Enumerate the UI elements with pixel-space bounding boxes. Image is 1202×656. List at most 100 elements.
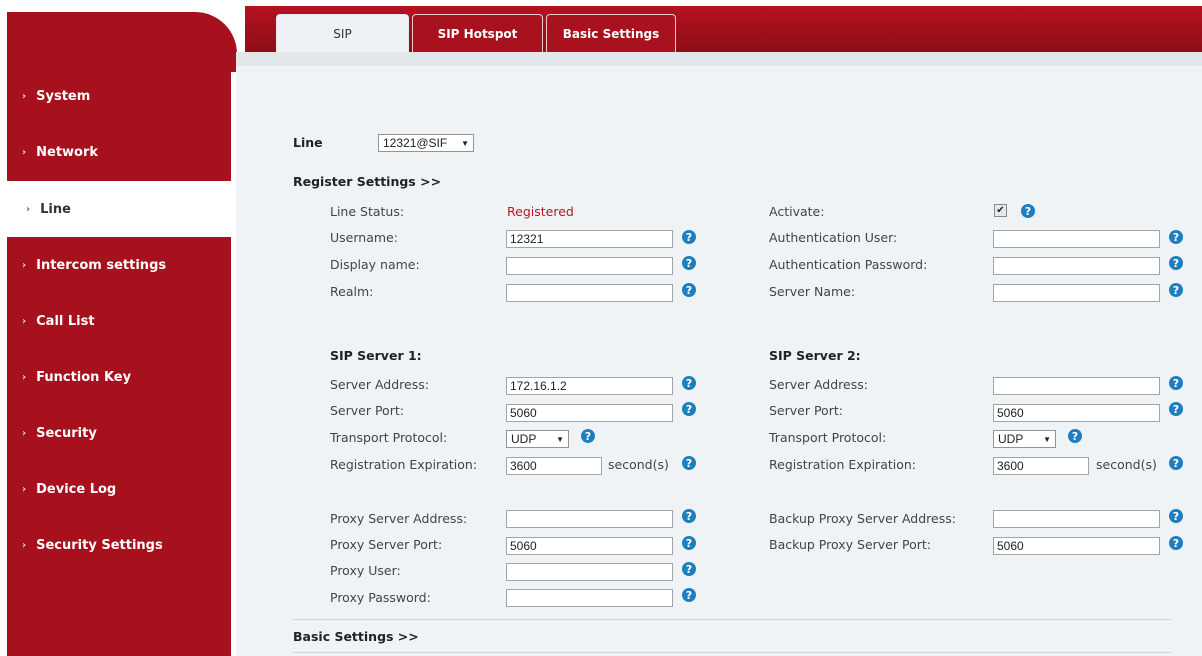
help-icon[interactable]: ? — [682, 562, 696, 576]
proxy-port-field[interactable]: 5060 — [506, 537, 673, 555]
tab-sip-hotspot[interactable]: SIP Hotspot — [412, 14, 543, 52]
sidebar-item-system[interactable]: › System — [7, 68, 231, 124]
sip1-address-label: Server Address: — [330, 377, 429, 392]
help-icon[interactable]: ? — [682, 230, 696, 244]
select-value: UDP — [511, 432, 537, 446]
help-icon[interactable]: ? — [682, 588, 696, 602]
help-icon[interactable]: ? — [1021, 204, 1035, 218]
backup-proxy-address-label: Backup Proxy Server Address: — [769, 511, 956, 526]
sidebar-item-label: Network — [36, 144, 99, 160]
line-select[interactable]: 12321@SIF ▼ — [378, 134, 474, 152]
username-field[interactable]: 12321 — [506, 230, 673, 248]
sidebar-item-function-key[interactable]: › Function Key — [7, 349, 231, 405]
sidebar-item-security[interactable]: › Security — [7, 405, 231, 461]
help-icon[interactable]: ? — [1169, 376, 1183, 390]
sip1-port-field[interactable]: 5060 — [506, 404, 673, 422]
auth-user-label: Authentication User: — [769, 230, 898, 245]
display-name-label: Display name: — [330, 257, 420, 272]
sip2-address-label: Server Address: — [769, 377, 868, 392]
tab-label: Basic Settings — [562, 26, 660, 41]
chevron-right-icon: › — [22, 427, 27, 439]
chevron-right-icon: › — [22, 259, 27, 271]
sip2-transport-label: Transport Protocol: — [769, 430, 887, 445]
line-label: Line — [293, 135, 323, 150]
sidebar-item-label: Security — [36, 425, 97, 441]
basic-settings-heading[interactable]: Basic Settings >> — [293, 629, 419, 644]
sidebar-item-call-list[interactable]: › Call List — [7, 293, 231, 349]
sip1-address-field[interactable]: 172.16.1.2 — [506, 377, 673, 395]
sidebar: › System › Network › Line › Intercom setting… — [7, 60, 236, 656]
sip1-expiration-field[interactable]: 3600 — [506, 457, 602, 475]
auth-password-label: Authentication Password: — [769, 257, 928, 272]
help-icon[interactable]: ? — [1068, 429, 1082, 443]
sidebar-item-intercom-settings[interactable]: › Intercom settings — [7, 237, 231, 293]
dropdown-arrow-icon: ▼ — [461, 138, 469, 148]
sip1-transport-label: Transport Protocol: — [330, 430, 448, 445]
sip1-expiration-unit: second(s) — [608, 457, 669, 472]
line-status-label: Line Status: — [330, 204, 405, 219]
sip1-expiration-label: Registration Expiration: — [330, 457, 478, 472]
sip2-expiration-field[interactable]: 3600 — [993, 457, 1089, 475]
sip2-address-field[interactable] — [993, 377, 1160, 395]
help-icon[interactable]: ? — [1169, 456, 1183, 470]
tab-basic-settings[interactable]: Basic Settings — [546, 14, 676, 52]
sidebar-item-line[interactable]: › Line — [7, 181, 236, 237]
proxy-address-field[interactable] — [506, 510, 673, 528]
sidebar-item-network[interactable]: › Network — [7, 124, 231, 180]
sidebar-item-device-log[interactable]: › Device Log — [7, 461, 231, 517]
sip2-expiration-label: Registration Expiration: — [769, 457, 917, 472]
username-label: Username: — [330, 230, 398, 245]
server-name-field[interactable] — [993, 284, 1160, 302]
proxy-user-field[interactable] — [506, 563, 673, 581]
help-icon[interactable]: ? — [682, 283, 696, 297]
chevron-right-icon: › — [22, 371, 27, 383]
proxy-address-label: Proxy Server Address: — [330, 511, 468, 526]
backup-proxy-address-field[interactable] — [993, 510, 1160, 528]
dropdown-arrow-icon: ▼ — [556, 434, 564, 444]
help-icon[interactable]: ? — [682, 509, 696, 523]
realm-label: Realm: — [330, 284, 374, 299]
help-icon[interactable]: ? — [1169, 509, 1183, 523]
help-icon[interactable]: ? — [1169, 230, 1183, 244]
line-status-value: Registered — [507, 204, 574, 219]
help-icon[interactable]: ? — [1169, 283, 1183, 297]
sip2-transport-select[interactable]: UDP ▼ — [993, 430, 1056, 448]
proxy-password-label: Proxy Password: — [330, 590, 431, 605]
sip1-transport-select[interactable]: UDP ▼ — [506, 430, 569, 448]
help-icon[interactable]: ? — [1169, 536, 1183, 550]
help-icon[interactable]: ? — [1169, 402, 1183, 416]
auth-password-field[interactable] — [993, 257, 1160, 275]
backup-proxy-port-field[interactable]: 5060 — [993, 537, 1160, 555]
auth-user-field[interactable] — [993, 230, 1160, 248]
sidebar-item-label: Function Key — [36, 369, 132, 385]
chevron-right-icon: › — [22, 146, 27, 158]
display-name-field[interactable] — [506, 257, 673, 275]
sip2-port-field[interactable]: 5060 — [993, 404, 1160, 422]
chevron-right-icon: › — [26, 203, 31, 215]
select-value: UDP — [998, 432, 1024, 446]
chevron-right-icon: › — [22, 539, 27, 551]
section-divider — [293, 619, 1171, 620]
sidebar-item-label: Intercom settings — [36, 257, 167, 273]
tab-sip[interactable]: SIP — [276, 14, 409, 52]
register-settings-heading[interactable]: Register Settings >> — [293, 174, 441, 189]
dropdown-arrow-icon: ▼ — [1043, 434, 1051, 444]
activate-checkbox[interactable]: ✔ — [994, 204, 1007, 217]
backup-proxy-port-label: Backup Proxy Server Port: — [769, 537, 931, 552]
activate-label: Activate: — [769, 204, 825, 219]
chevron-right-icon: › — [22, 315, 27, 327]
tab-label: SIP — [333, 26, 352, 41]
sidebar-item-label: Line — [40, 201, 71, 217]
help-icon[interactable]: ? — [682, 402, 696, 416]
sidebar-item-security-settings[interactable]: › Security Settings — [7, 517, 231, 573]
sidebar-item-label: System — [36, 88, 91, 104]
realm-field[interactable] — [506, 284, 673, 302]
help-icon[interactable]: ? — [581, 429, 595, 443]
tab-label: SIP Hotspot — [437, 26, 518, 41]
help-icon[interactable]: ? — [682, 536, 696, 550]
help-icon[interactable]: ? — [1169, 256, 1183, 270]
proxy-password-field[interactable] — [506, 589, 673, 607]
help-icon[interactable]: ? — [682, 456, 696, 470]
help-icon[interactable]: ? — [682, 376, 696, 390]
help-icon[interactable]: ? — [682, 256, 696, 270]
